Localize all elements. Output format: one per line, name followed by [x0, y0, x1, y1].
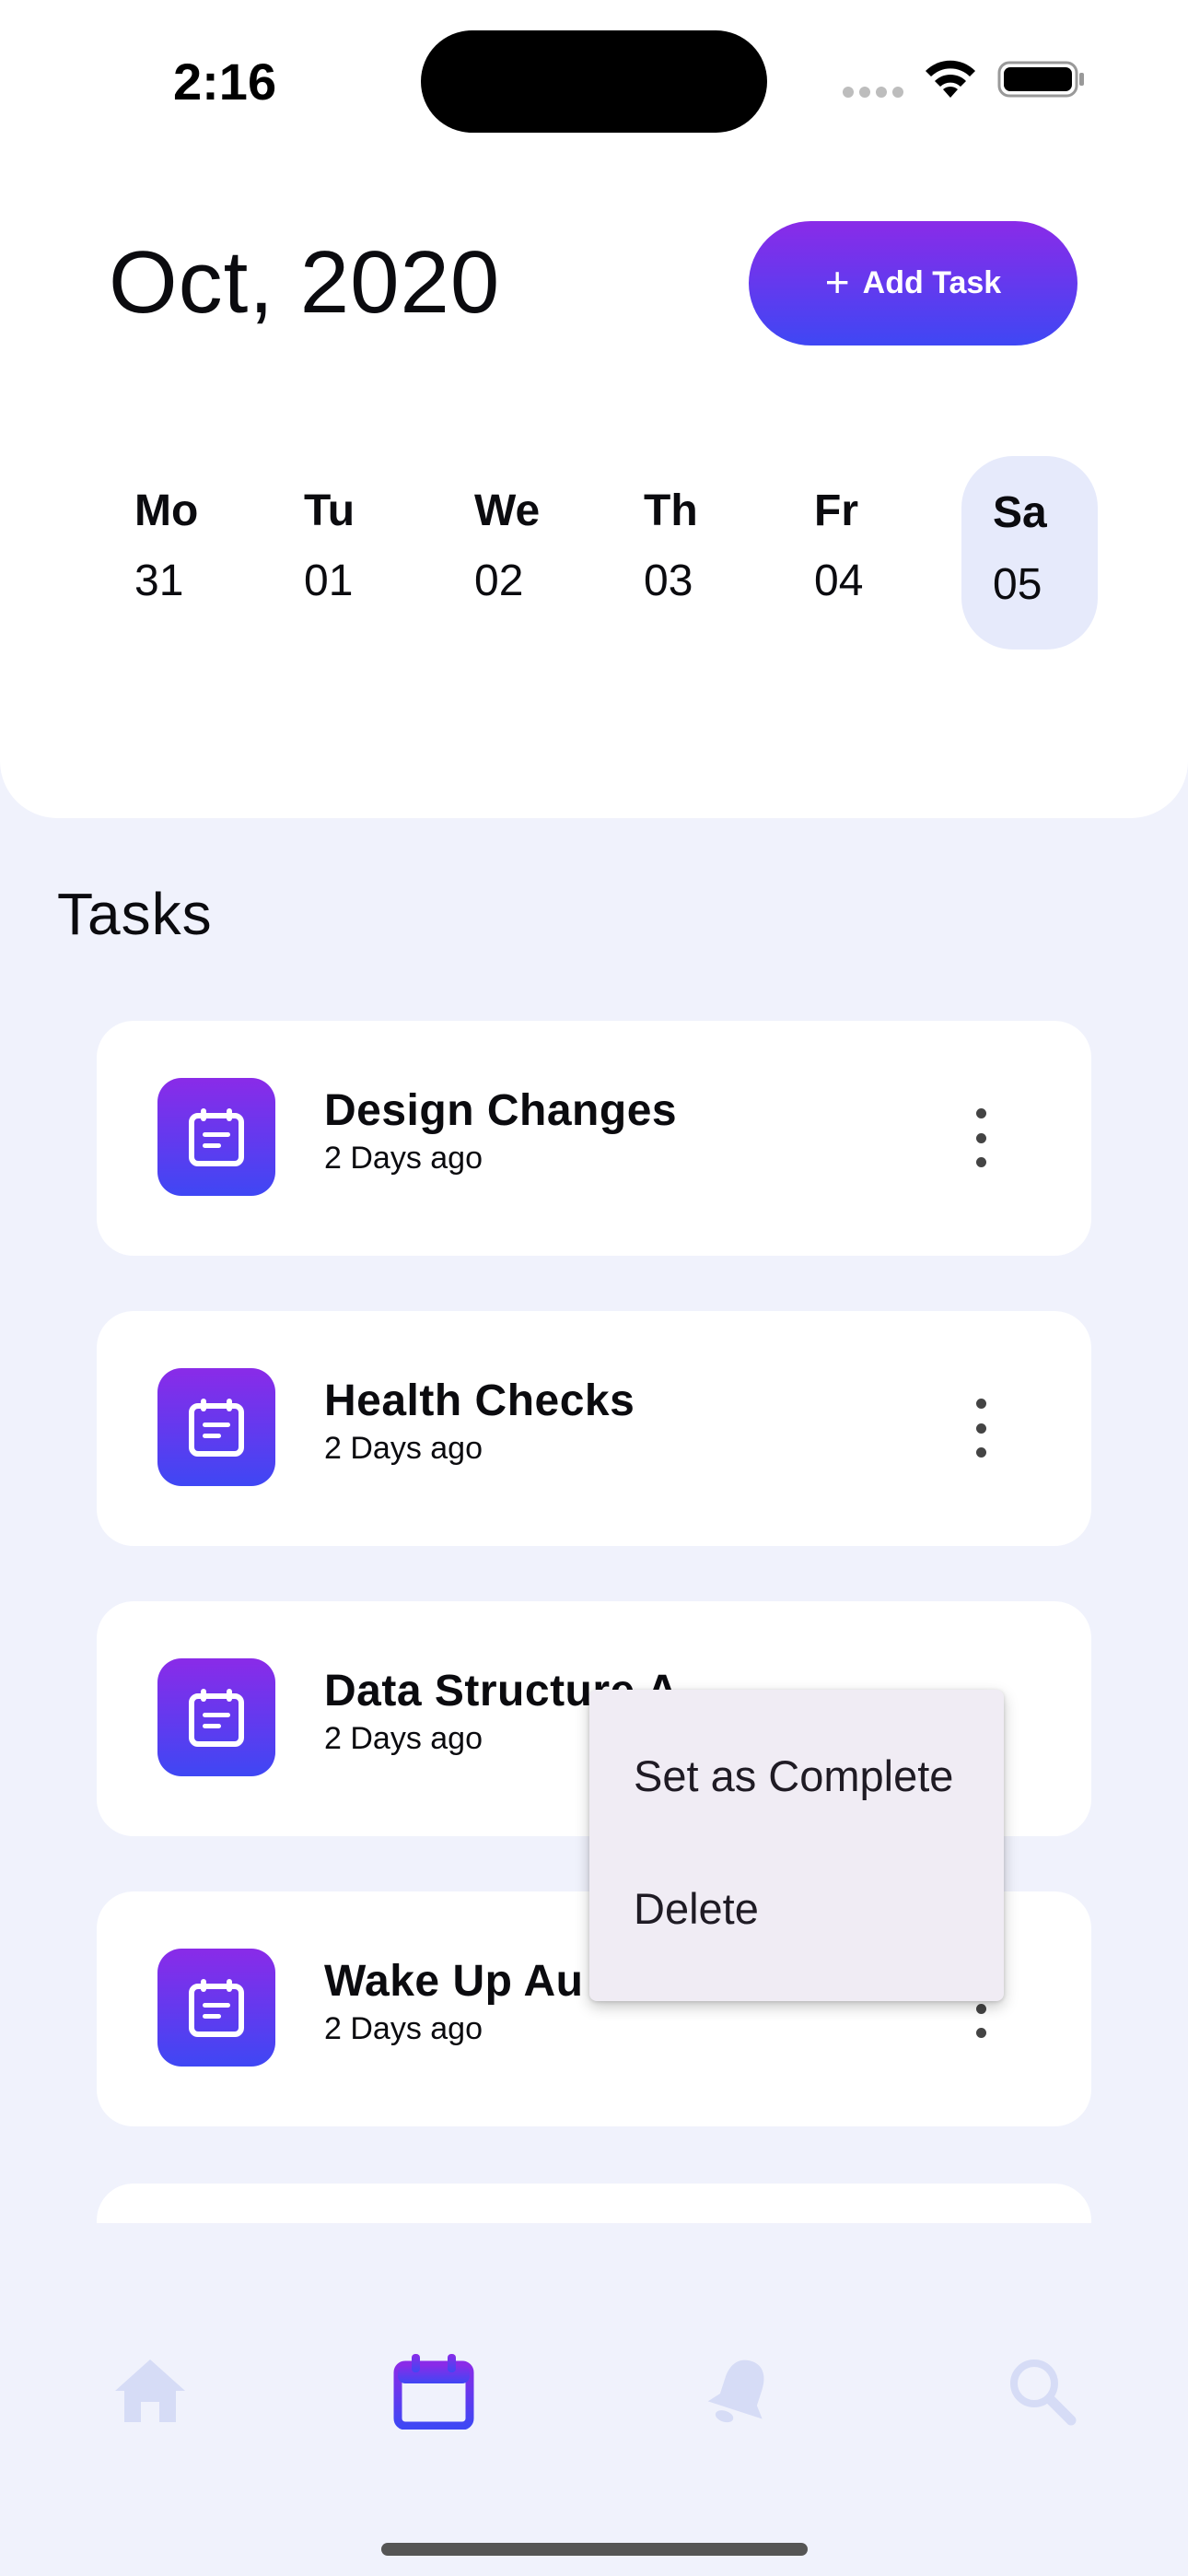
- date-item[interactable]: Fr 04: [810, 456, 947, 650]
- bottom-navigation: [0, 2340, 1188, 2469]
- date-item[interactable]: Tu 01: [299, 456, 436, 650]
- status-time: 2:16: [173, 53, 277, 111]
- set-complete-menu-item[interactable]: Set as Complete: [634, 1751, 953, 1801]
- month-title: Oct, 2020: [109, 233, 501, 332]
- more-options-icon[interactable]: [962, 1399, 999, 1458]
- home-indicator: [381, 2543, 808, 2556]
- header-card: 2:16 Oct, 2020 + Add Task Mo 31 Tu 01 We…: [0, 0, 1188, 818]
- task-subtitle: 2 Days ago: [324, 1721, 483, 1756]
- task-subtitle: 2 Days ago: [324, 1431, 483, 1466]
- task-title: Wake Up Au: [324, 1957, 584, 2006]
- task-card[interactable]: Health Checks 2 Days ago: [97, 1311, 1091, 1546]
- date-item[interactable]: We 02: [472, 456, 608, 650]
- date-number: 31: [134, 556, 184, 605]
- date-item-selected[interactable]: Sa 05: [961, 456, 1098, 650]
- date-number: 04: [814, 556, 864, 605]
- nav-home-icon[interactable]: [99, 2340, 201, 2441]
- nav-calendar-icon[interactable]: [383, 2340, 484, 2441]
- task-calendar-icon: [157, 1368, 275, 1486]
- task-calendar-icon: [157, 1658, 275, 1776]
- date-number: 01: [304, 556, 354, 605]
- date-day-label: We: [474, 486, 541, 535]
- task-card[interactable]: [97, 2184, 1091, 2223]
- date-day-label: Sa: [993, 488, 1047, 537]
- date-number: 05: [993, 560, 1042, 609]
- dynamic-island: [421, 30, 767, 133]
- task-card[interactable]: Design Changes 2 Days ago: [97, 1021, 1091, 1256]
- task-title: Health Checks: [324, 1376, 635, 1425]
- date-strip: Mo 31 Tu 01 We 02 Th 03 Fr 04 Sa 05: [0, 456, 1188, 650]
- status-bar: 2:16: [0, 0, 1188, 147]
- battery-icon: [997, 61, 1084, 98]
- date-day-label: Th: [644, 486, 698, 535]
- date-item[interactable]: Mo 31: [129, 456, 265, 650]
- task-context-menu: Set as Complete Delete: [589, 1690, 1004, 2001]
- date-day-label: Mo: [134, 486, 199, 535]
- task-subtitle: 2 Days ago: [324, 2011, 483, 2046]
- tasks-section-title: Tasks: [57, 881, 213, 947]
- more-options-icon[interactable]: [962, 1108, 999, 1167]
- delete-menu-item[interactable]: Delete: [634, 1883, 759, 1934]
- date-number: 03: [644, 556, 693, 605]
- date-item[interactable]: Th 03: [640, 456, 776, 650]
- tasks-list[interactable]: Design Changes 2 Days ago Health Checks …: [97, 1021, 1091, 2223]
- add-task-label: Add Task: [862, 265, 1002, 300]
- nav-search-icon[interactable]: [991, 2340, 1092, 2441]
- cellular-signal-icon: [843, 87, 903, 98]
- date-number: 02: [474, 556, 524, 605]
- plus-icon: +: [824, 257, 850, 306]
- task-calendar-icon: [157, 1078, 275, 1196]
- calendar-screen: 2:16 Oct, 2020 + Add Task Mo 31 Tu 01 We…: [0, 0, 1188, 2576]
- add-task-button[interactable]: + Add Task: [749, 221, 1077, 345]
- wifi-icon: [926, 60, 975, 98]
- task-title: Design Changes: [324, 1086, 678, 1135]
- nav-bell-icon[interactable]: [691, 2340, 792, 2441]
- task-subtitle: 2 Days ago: [324, 1141, 483, 1176]
- date-day-label: Fr: [814, 486, 858, 535]
- date-day-label: Tu: [304, 486, 355, 535]
- task-calendar-icon: [157, 1949, 275, 2067]
